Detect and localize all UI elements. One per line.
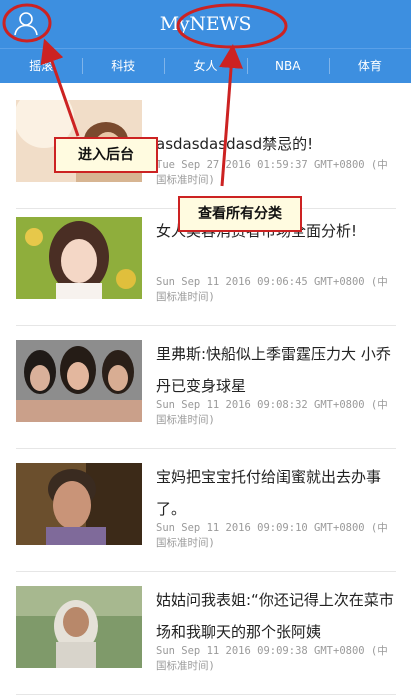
news-time: Sun Sep 11 2016 09:09:10 GMT+0800 (中 国标准… [156,521,394,551]
news-title[interactable]: 里弗斯:快船似上季雷霆压力大 小乔丹已变身球星 [156,338,394,402]
news-time-line1: Sun Sep 11 2016 09:09:10 GMT+0800 (中 [156,522,388,534]
news-time-line2: 国标准时间) [156,537,215,549]
backend-callout: 进入后台 [54,137,158,173]
news-title[interactable]: 姑姑问我表姐:“你还记得上次在菜市场和我聊天的那个张阿姨 [156,584,394,648]
news-item[interactable]: 里弗斯:快船似上季雷霆压力大 小乔丹已变身球星 Sun Sep 11 2016 … [16,340,396,449]
news-time-line2: 国标准时间) [156,291,215,303]
news-item[interactable]: 女人美容消费者市场全面分析! Sun Sep 11 2016 09:06:45 … [16,217,396,326]
news-thumbnail [16,463,142,545]
news-thumbnail [16,586,142,668]
news-thumbnail [16,340,142,422]
news-time: Sun Sep 11 2016 09:06:45 GMT+0800 (中 国标准… [156,275,394,305]
news-time-line1: Tue Sep 27 2016 01:59:37 GMT+0800 (中 [156,159,388,171]
categories-callout: 查看所有分类 [178,196,302,232]
news-time-line2: 国标准时间) [156,414,215,426]
news-thumbnail [16,217,142,299]
tab-women[interactable]: 女人 [164,49,246,83]
news-time-line2: 国标准时间) [156,660,215,672]
news-title[interactable]: asdasdasdasd禁忌的! [156,128,394,160]
app-header: MyNEWS [0,0,411,48]
news-item[interactable]: 宝妈把宝宝托付给闺蜜就出去办事了。 Sun Sep 11 2016 09:09:… [16,463,396,572]
category-tabs: 摇滚 科技 女人 NBA 体育 [0,48,411,83]
tab-nba[interactable]: NBA [246,49,329,83]
app-title[interactable]: MyNEWS [0,0,411,48]
news-time: Sun Sep 11 2016 09:08:32 GMT+0800 (中 国标准… [156,398,394,428]
tab-tech[interactable]: 科技 [82,49,164,83]
news-time-line1: Sun Sep 11 2016 09:09:38 GMT+0800 (中 [156,645,388,657]
tab-sports[interactable]: 体育 [328,49,411,83]
news-time-line1: Sun Sep 11 2016 09:06:45 GMT+0800 (中 [156,276,388,288]
news-item[interactable]: 姑姑问我表姐:“你还记得上次在菜市场和我聊天的那个张阿姨 Sun Sep 11 … [16,586,396,695]
news-time: Sun Sep 11 2016 09:09:38 GMT+0800 (中 国标准… [156,644,394,674]
news-time-line1: Sun Sep 11 2016 09:08:32 GMT+0800 (中 [156,399,388,411]
news-time-line2: 国标准时间) [156,174,215,186]
news-title[interactable]: 宝妈把宝宝托付给闺蜜就出去办事了。 [156,461,394,525]
news-time: Tue Sep 27 2016 01:59:37 GMT+0800 (中 国标准… [156,158,394,188]
tab-rock[interactable]: 摇滚 [0,49,82,83]
